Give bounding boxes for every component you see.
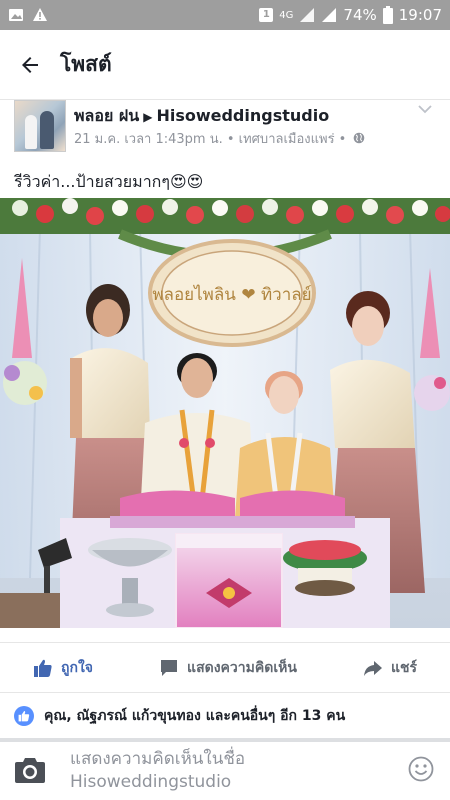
camera-icon xyxy=(15,758,45,783)
network-type-label: 4G xyxy=(279,9,294,21)
sign-text: พลอยไพลิน ❤ ทิวาลย์ xyxy=(152,284,311,305)
comment-label: แสดงความคิดเห็น xyxy=(187,659,297,676)
author-name[interactable]: พลอย ฝน xyxy=(74,106,139,125)
comment-composer: แสดงความคิดเห็นในชื่อ Hisoweddingstudio xyxy=(0,742,450,800)
comment-input[interactable]: แสดงความคิดเห็นในชื่อ Hisoweddingstudio xyxy=(70,748,390,794)
like-label: ถูกใจ xyxy=(61,659,94,676)
like-reaction-icon xyxy=(14,705,34,726)
avatar[interactable] xyxy=(14,100,66,152)
post-photo[interactable]: พลอยไพลิน ❤ ทิวาลย์ xyxy=(0,198,450,628)
smiley-icon xyxy=(408,756,434,782)
page-title: โพสต์ xyxy=(60,52,112,76)
post-timestamp[interactable]: 21 ม.ค. เวลา 1:43pm น. • เทศบาลเมืองแพร่… xyxy=(74,132,346,147)
share-label: แชร์ xyxy=(390,659,417,676)
post-meta: 21 ม.ค. เวลา 1:43pm น. • เทศบาลเมืองแพร่… xyxy=(74,128,365,149)
reactions-text: คุณ, ณัฐภรณ์ แก้วขุนทอง และคนอื่นๆ อีก 1… xyxy=(44,707,346,724)
target-page-name[interactable]: Hisoweddingstudio xyxy=(156,106,329,125)
comment-icon xyxy=(161,659,178,676)
status-bar: 1 4G 74% 19:07 xyxy=(0,0,450,30)
camera-button[interactable] xyxy=(14,756,46,788)
battery-percent: 74% xyxy=(343,6,377,24)
signal-strength-icon-2 xyxy=(322,8,337,22)
reactions-summary[interactable]: คุณ, ณัฐภรณ์ แก้วขุนทอง และคนอื่นๆ อีก 1… xyxy=(0,692,450,738)
like-button[interactable]: ถูกใจ xyxy=(33,657,93,679)
clock: 19:07 xyxy=(398,6,442,24)
post-action-bar: ถูกใจ แสดงความคิดเห็น แชร์ xyxy=(0,642,450,692)
author-line: พลอย ฝน ▶ Hisoweddingstudio xyxy=(74,104,329,129)
back-button[interactable] xyxy=(0,30,60,100)
arrow-left-icon xyxy=(22,56,38,73)
emoji-button[interactable] xyxy=(408,756,434,786)
sim-icon: 1 xyxy=(259,8,274,22)
chevron-down-icon[interactable] xyxy=(418,102,432,118)
comment-button[interactable]: แสดงความคิดเห็น xyxy=(159,657,297,679)
image-notification-icon xyxy=(9,9,23,21)
wedding-photo: พลอยไพลิน ❤ ทิวาลย์ xyxy=(0,198,450,628)
thumbs-up-icon xyxy=(34,659,52,677)
app-bar: โพสต์ xyxy=(0,30,450,100)
signal-strength-icon xyxy=(300,8,315,22)
globe-icon xyxy=(353,132,364,144)
battery-icon xyxy=(382,6,393,24)
share-arrow-icon xyxy=(363,660,382,676)
post-header: พลอย ฝน ▶ Hisoweddingstudio 21 ม.ค. เวลา 1… xyxy=(0,100,450,152)
share-button[interactable]: แชร์ xyxy=(363,657,417,679)
warning-icon xyxy=(33,8,47,21)
triangle-right-icon: ▶ xyxy=(143,110,153,124)
post-text: รีวิวค่า...ป้ายสวยมากๆ😍😍 xyxy=(14,172,204,191)
